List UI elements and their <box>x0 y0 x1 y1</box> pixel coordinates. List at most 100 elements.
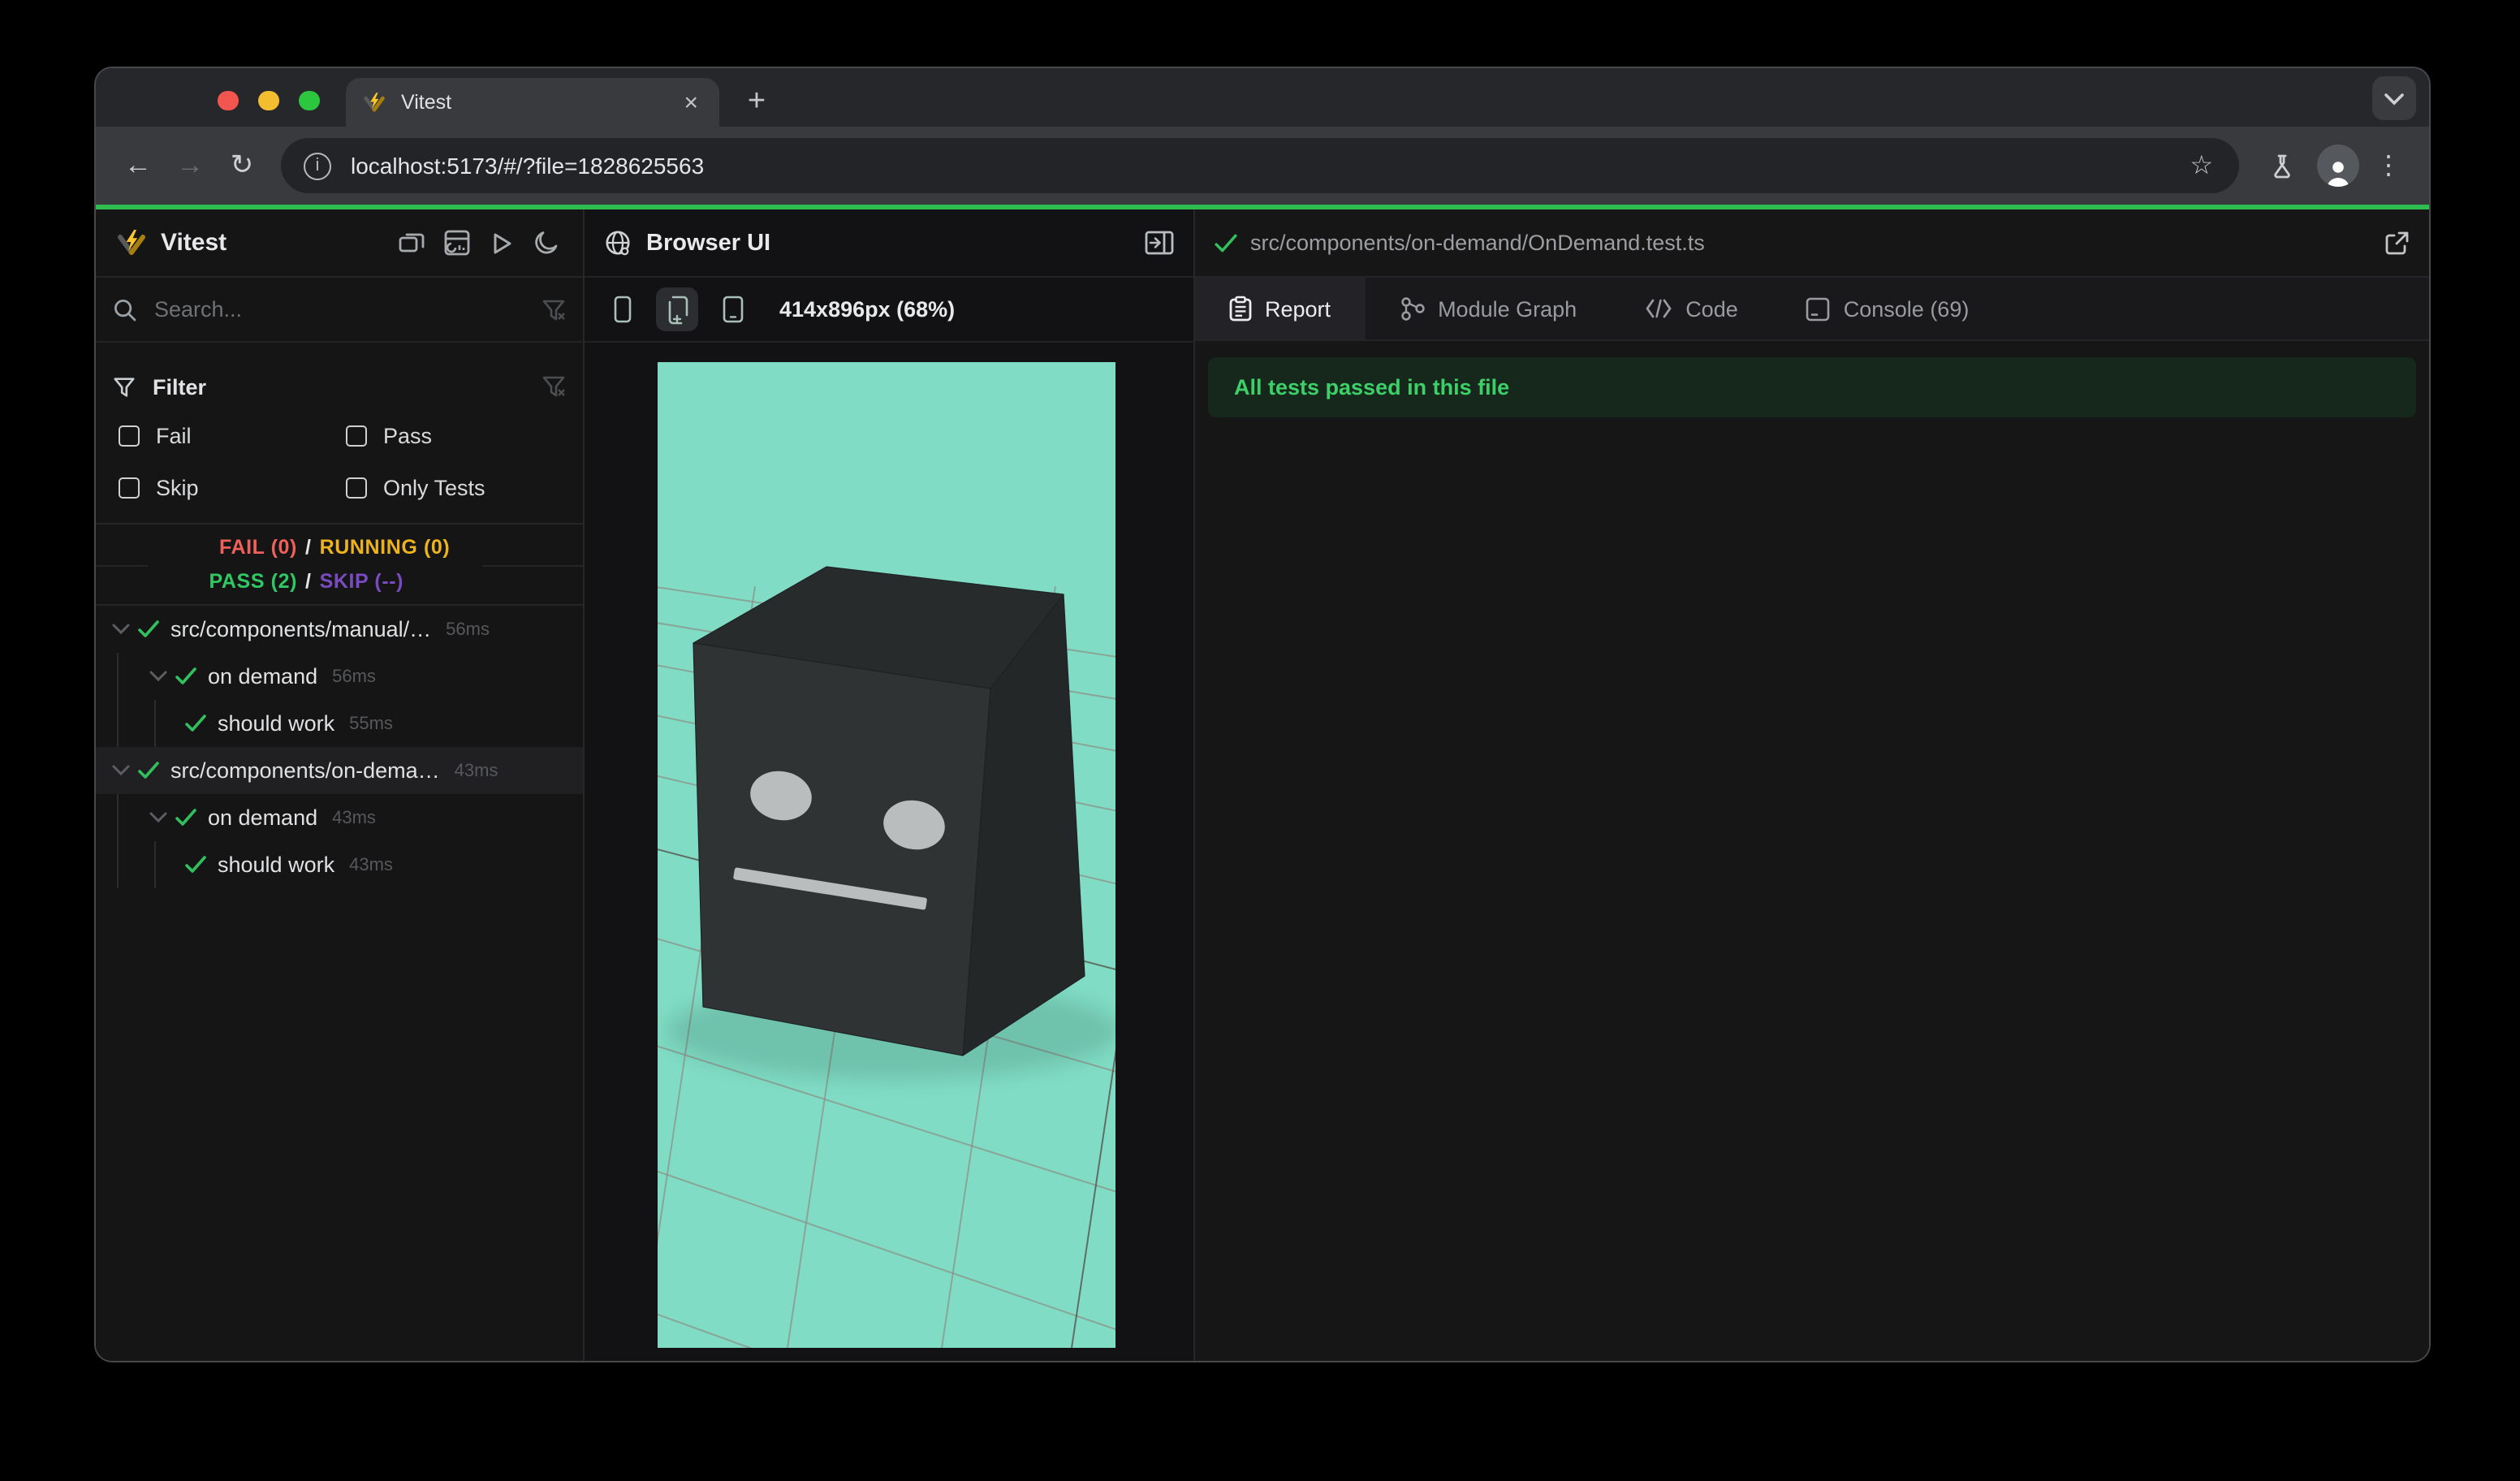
move-panel-button[interactable] <box>1145 231 1174 255</box>
check-icon <box>185 856 206 873</box>
preview-canvas-area <box>585 343 1193 1361</box>
close-window-button[interactable] <box>218 90 238 110</box>
dashboard-button[interactable] <box>443 229 471 257</box>
new-tab-button[interactable]: + <box>736 81 778 123</box>
device-tablet-button[interactable] <box>711 287 753 331</box>
device-phone-small-button[interactable] <box>601 287 643 331</box>
check-icon <box>1215 233 1237 252</box>
test-case-row[interactable]: should work 43ms <box>96 841 583 888</box>
tab-report[interactable]: Report <box>1195 278 1366 339</box>
clear-filter-icon[interactable] <box>541 373 567 399</box>
cube-front-face <box>693 642 991 1056</box>
test-duration: 43ms <box>332 808 376 827</box>
banner-text: All tests passed in this file <box>1234 375 1510 399</box>
chevron-down-icon[interactable] <box>149 812 167 823</box>
checkbox-box[interactable] <box>119 425 140 446</box>
search-icon <box>114 299 136 321</box>
windowed-mode-button[interactable] <box>398 229 425 257</box>
test-case-label: should work <box>218 711 335 736</box>
divider <box>96 565 148 567</box>
browser-tab[interactable]: Vitest × <box>346 78 719 127</box>
checkbox-label: Fail <box>156 423 192 447</box>
stats-separator: / <box>305 569 312 592</box>
clear-search-filter-icon[interactable] <box>541 296 567 322</box>
tab-title: Vitest <box>401 91 452 114</box>
open-in-editor-button[interactable] <box>2384 230 2410 256</box>
reload-button[interactable]: ↻ <box>216 140 268 192</box>
vitest-logo <box>118 229 145 254</box>
checkbox-fail[interactable]: Fail <box>112 423 339 447</box>
filter-title: Filter <box>153 374 207 399</box>
site-info-icon[interactable]: i <box>304 152 331 179</box>
bookmark-star-icon[interactable]: ☆ <box>2186 149 2216 182</box>
filter-funnel-icon <box>114 377 135 396</box>
test-duration: 56ms <box>446 620 490 639</box>
test-file-row[interactable]: src/components/manual/… 56ms <box>96 606 583 653</box>
run-all-button[interactable] <box>489 230 515 256</box>
browser-menu-icon[interactable]: ⋮ <box>2369 149 2408 182</box>
test-file-row-selected[interactable]: src/components/on-dema… 43ms <box>96 747 583 794</box>
indent-guide <box>154 700 156 747</box>
checkbox-box[interactable] <box>346 477 367 498</box>
device-phone-large-button[interactable] <box>656 287 698 331</box>
theme-toggle-button[interactable] <box>533 229 560 257</box>
profile-avatar[interactable] <box>2317 145 2359 187</box>
indent-guide <box>117 653 119 747</box>
pass-count: PASS (2) <box>209 569 297 592</box>
sidebar-actions <box>398 229 560 257</box>
search-input[interactable] <box>154 297 541 322</box>
test-suite-row[interactable]: on demand 56ms <box>96 653 583 700</box>
test-file-path: src/components/on-demand/OnDemand.test.t… <box>1250 231 1705 255</box>
checkbox-label: Skip <box>156 475 199 499</box>
tab-console[interactable]: Console (69) <box>1772 278 2004 339</box>
app-preview-viewport[interactable] <box>658 362 1115 1348</box>
running-count: RUNNING (0) <box>319 535 451 558</box>
browser-ui-title: Browser UI <box>646 230 771 256</box>
browser-ui-header: Browser UI <box>585 209 1193 278</box>
test-case-row[interactable]: should work 55ms <box>96 700 583 747</box>
tab-close-icon[interactable]: × <box>679 90 703 114</box>
checkbox-only-tests[interactable]: Only Tests <box>339 475 567 499</box>
tests-passed-banner: All tests passed in this file <box>1208 357 2416 417</box>
experiments-flask-icon[interactable] <box>2255 140 2307 192</box>
moon-icon <box>535 231 558 254</box>
stats-separator: / <box>305 535 312 558</box>
test-suite-row[interactable]: on demand 43ms <box>96 794 583 841</box>
filter-panel: Filter Fail Pass Skip Only Tests <box>96 343 583 523</box>
chevron-down-icon[interactable] <box>112 624 130 635</box>
test-duration: 55ms <box>349 714 393 733</box>
test-tree: src/components/manual/… 56ms on demand 5… <box>96 606 583 1361</box>
vitest-favicon <box>364 92 385 111</box>
phone-plus-icon <box>667 295 688 324</box>
checkbox-skip[interactable]: Skip <box>112 475 339 499</box>
checkbox-box[interactable] <box>346 425 367 446</box>
console-icon <box>1806 296 1831 321</box>
test-suite-label: on demand <box>208 805 318 830</box>
checkbox-pass[interactable]: Pass <box>339 423 567 447</box>
checkbox-box[interactable] <box>119 477 140 498</box>
viewport-dimensions: 414x896px (68%) <box>779 297 956 322</box>
forward-button[interactable]: → <box>164 140 216 192</box>
minimize-window-button[interactable] <box>258 90 278 110</box>
checkbox-label: Only Tests <box>383 475 485 499</box>
check-icon <box>138 620 159 637</box>
test-case-label: should work <box>218 853 335 877</box>
back-button[interactable]: ← <box>112 140 164 192</box>
windows-stack-icon <box>399 233 425 253</box>
code-icon <box>1646 299 1672 318</box>
chevron-down-icon[interactable] <box>149 671 167 682</box>
check-icon <box>138 762 159 779</box>
report-header: src/components/on-demand/OnDemand.test.t… <box>1195 209 2429 278</box>
address-bar[interactable]: i localhost:5173/#/?file=1828625563 ☆ <box>281 138 2239 193</box>
tab-search-chevron-button[interactable] <box>2372 76 2416 120</box>
tab-module-graph[interactable]: Module Graph <box>1365 278 1611 339</box>
zoom-window-button[interactable] <box>299 90 319 110</box>
tab-strip: Vitest × + <box>96 68 2429 127</box>
tab-code[interactable]: Code <box>1611 278 1772 339</box>
test-duration: 56ms <box>332 667 376 686</box>
screen: Vitest × + ← → ↻ i localhost:5173/#/?fil… <box>0 0 2520 1481</box>
sidebar: Vitest Search... Filter Fail Pass Skip O… <box>96 209 585 1361</box>
chevron-down-icon[interactable] <box>112 765 130 776</box>
url-text: localhost:5173/#/?file=1828625563 <box>351 153 705 179</box>
traffic-lights <box>218 90 319 110</box>
